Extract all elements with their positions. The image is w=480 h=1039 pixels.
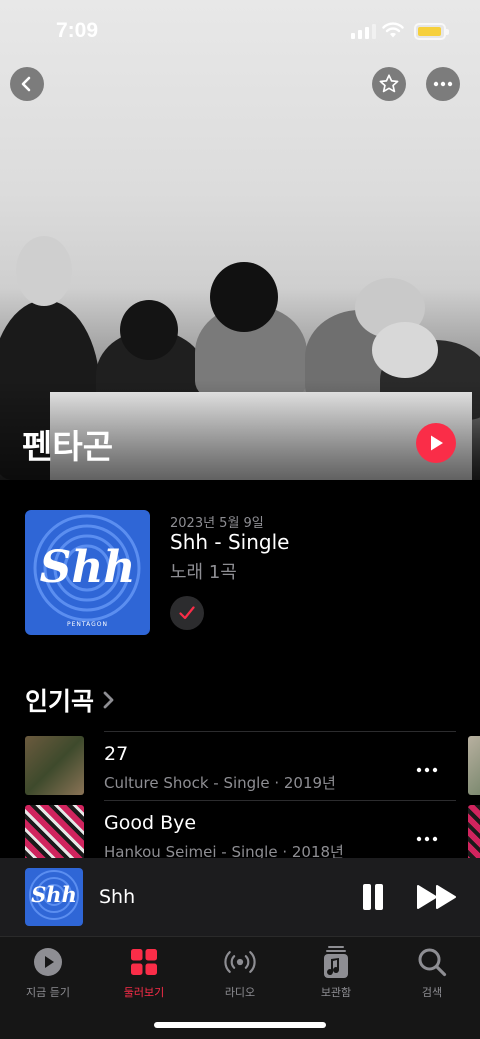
song-artwork — [25, 805, 84, 864]
song-more-button[interactable] — [416, 826, 438, 847]
release-track-count: 노래 1곡 — [170, 562, 237, 583]
music-library-icon — [324, 946, 348, 978]
star-icon — [379, 74, 399, 93]
artwork-text: Shh — [39, 542, 136, 593]
next-track-button[interactable] — [416, 884, 458, 910]
latest-release-artwork[interactable]: Shh PENTAGON — [25, 510, 150, 635]
artwork-text: Shh — [31, 882, 77, 907]
band-member-head — [372, 322, 438, 378]
status-time: 7:09 — [56, 19, 99, 42]
play-icon — [431, 435, 443, 451]
artwork-label: PENTAGON — [67, 621, 108, 628]
song-artwork — [25, 736, 84, 795]
search-icon — [418, 948, 447, 977]
grid-icon — [131, 949, 157, 975]
tab-listen-now[interactable]: 지금 듣기 — [8, 945, 88, 1000]
battery-icon — [414, 23, 449, 40]
song-row[interactable]: 27 Culture Shock - Single · 2019년 — [0, 731, 480, 799]
chevron-left-icon — [21, 76, 31, 92]
song-title: Good Bye — [104, 812, 197, 834]
tab-label: 지금 듣기 — [26, 986, 70, 999]
checkmark-icon — [179, 606, 195, 620]
ellipsis-icon — [416, 836, 438, 842]
more-button[interactable] — [426, 67, 460, 101]
artist-play-button[interactable] — [416, 423, 456, 463]
back-button[interactable] — [10, 67, 44, 101]
song-title: 27 — [104, 743, 129, 765]
radio-waves-icon — [224, 951, 256, 973]
band-member-head — [16, 236, 72, 306]
mini-player[interactable]: Shh Shh — [0, 858, 480, 936]
tab-label: 라디오 — [224, 986, 256, 999]
mini-player-artwork: Shh — [25, 868, 83, 926]
tab-label: 보관함 — [320, 986, 352, 999]
section-title: 인기곡 — [25, 687, 95, 716]
ellipsis-icon — [433, 81, 453, 87]
tab-library[interactable]: 보관함 — [296, 945, 376, 1000]
wifi-icon — [382, 22, 404, 38]
added-to-library-button[interactable] — [170, 596, 204, 630]
artist-name: 펜타곤 — [22, 427, 114, 466]
artist-hero-image — [0, 0, 480, 480]
pause-icon — [363, 884, 371, 910]
status-bar: 7:09 — [0, 0, 480, 60]
chevron-right-icon — [103, 691, 114, 709]
tab-browse[interactable]: 둘러보기 — [104, 945, 184, 1000]
next-column-artwork — [468, 805, 480, 864]
tab-radio[interactable]: 라디오 — [200, 945, 280, 1000]
top-songs-header[interactable]: 인기곡 — [25, 682, 114, 718]
tab-label: 검색 — [421, 986, 443, 999]
song-more-button[interactable] — [416, 757, 438, 778]
band-member-head — [120, 300, 178, 360]
pause-button[interactable] — [361, 884, 385, 910]
now-playing-title: Shh — [99, 886, 136, 908]
favorite-button[interactable] — [372, 67, 406, 101]
cellular-signal-icon — [351, 24, 376, 39]
ellipsis-icon — [416, 767, 438, 773]
play-circle-icon — [34, 948, 62, 976]
release-title[interactable]: Shh - Single — [170, 530, 289, 554]
song-subtitle: Culture Shock - Single · 2019년 — [104, 774, 336, 792]
tab-search[interactable]: 검색 — [392, 945, 472, 1000]
band-member-head — [210, 262, 278, 332]
next-column-artwork — [468, 736, 480, 795]
home-indicator[interactable] — [154, 1022, 326, 1028]
release-date: 2023년 5월 9일 — [170, 516, 264, 531]
tab-label: 둘러보기 — [123, 986, 165, 999]
